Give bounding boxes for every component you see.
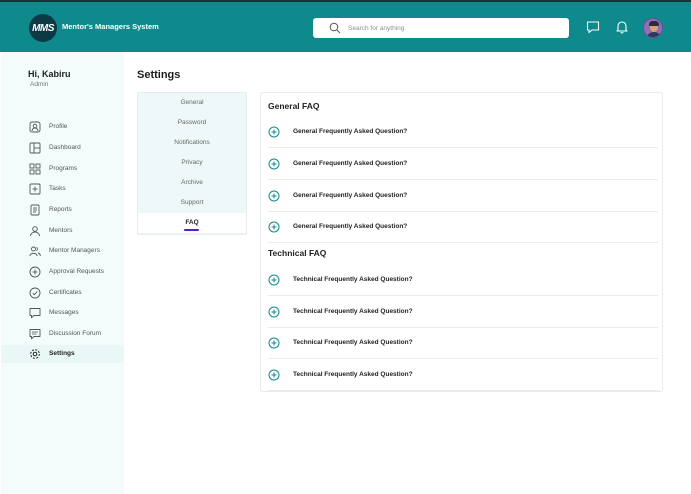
faq-question: General Frequently Asked Question? <box>293 192 408 199</box>
forum-icon <box>29 329 41 340</box>
mentors-icon <box>30 226 40 237</box>
chat-icon[interactable] <box>585 19 601 35</box>
user-role: Admin <box>30 81 49 88</box>
sidebar-item-tasks[interactable]: Tasks <box>1 180 124 198</box>
search-icon <box>329 22 341 34</box>
sidebar-item-label: Messages <box>49 309 79 316</box>
settings-tabs: General Password Notifications Privacy A… <box>137 92 247 235</box>
expand-plus-icon[interactable] <box>268 190 280 202</box>
bell-icon[interactable] <box>614 19 630 35</box>
sidebar-item-label: Mentors <box>49 227 73 234</box>
sidebar-item-label: Dashboard <box>49 144 81 151</box>
faq-question: Technical Frequently Asked Question? <box>293 371 413 378</box>
faq-item[interactable]: General Frequently Asked Question? <box>268 180 658 212</box>
sidebar-item-label: Tasks <box>49 185 66 192</box>
faq-question: General Frequently Asked Question? <box>293 160 408 167</box>
expand-plus-icon[interactable] <box>268 337 280 349</box>
sidebar-item-label: Mentor Managers <box>49 247 100 254</box>
sidebar-item-label: Reports <box>49 206 72 213</box>
expand-plus-icon[interactable] <box>268 221 280 233</box>
faq-item[interactable]: General Frequently Asked Question? <box>268 211 658 243</box>
faq-item[interactable]: Technical Frequently Asked Question? <box>268 359 658 391</box>
faq-question: General Frequently Asked Question? <box>293 128 408 135</box>
expand-plus-icon[interactable] <box>268 306 280 318</box>
tasks-icon <box>29 183 41 195</box>
sidebar-item-mentor-managers[interactable]: Mentor Managers <box>1 242 124 260</box>
sidebar-item-certificates[interactable]: Certificates <box>1 284 124 302</box>
sidebar-item-label: Profile <box>49 123 68 130</box>
sidebar-item-profile[interactable]: Profile <box>1 118 124 136</box>
sidebar-item-label: Programs <box>49 165 78 172</box>
mentor-managers-icon <box>29 246 41 257</box>
programs-icon <box>29 163 41 175</box>
sidebar-item-approval-requests[interactable]: Approval Requests <box>1 263 124 281</box>
sidebar-item-label: Certificates <box>49 289 82 296</box>
page-title: Settings <box>137 69 181 81</box>
avatar[interactable] <box>643 18 663 38</box>
certificates-icon <box>29 287 41 299</box>
tab-notifications[interactable]: Notifications <box>138 133 246 153</box>
faq-item[interactable]: General Frequently Asked Question? <box>268 148 658 180</box>
faq-item[interactable]: Technical Frequently Asked Question? <box>268 264 658 296</box>
expand-plus-icon[interactable] <box>268 126 280 138</box>
tab-archive[interactable]: Archive <box>138 173 246 193</box>
faq-item[interactable]: General Frequently Asked Question? <box>268 116 658 148</box>
logo-text: MMS <box>32 22 54 34</box>
expand-plus-icon[interactable] <box>268 274 280 286</box>
sidebar-item-label: Settings <box>49 350 75 357</box>
sidebar-item-discussion-forum[interactable]: Discussion Forum <box>1 325 124 343</box>
sidebar-item-dashboard[interactable]: Dashboard <box>1 139 124 157</box>
reports-icon <box>30 204 40 216</box>
sidebar-item-label: Discussion Forum <box>49 330 102 337</box>
sidebar-item-reports[interactable]: Reports <box>1 201 124 219</box>
technical-faq-title: Technical FAQ <box>268 248 327 258</box>
expand-plus-icon[interactable] <box>268 369 280 381</box>
sidebar-item-mentors[interactable]: Mentors <box>1 222 124 240</box>
sidebar-item-label: Approval Requests <box>49 268 104 275</box>
top-header: MMS Mentor's Managers System <box>0 0 691 52</box>
search-input[interactable] <box>348 18 563 38</box>
faq-question: Technical Frequently Asked Question? <box>293 339 413 346</box>
faq-question: Technical Frequently Asked Question? <box>293 308 413 315</box>
tab-general[interactable]: General <box>138 93 246 113</box>
dashboard-icon <box>29 142 41 154</box>
sidebar-item-programs[interactable]: Programs <box>1 160 124 178</box>
tab-support[interactable]: Support <box>138 193 246 213</box>
brand-name: Mentor's Managers System <box>62 22 159 31</box>
tab-privacy[interactable]: Privacy <box>138 153 246 173</box>
faq-item[interactable]: Technical Frequently Asked Question? <box>268 296 658 328</box>
sidebar-item-messages[interactable]: Messages <box>1 304 124 322</box>
profile-icon <box>29 121 41 133</box>
faq-panel: General FAQ General Frequently Asked Que… <box>260 92 663 392</box>
sidebar-item-settings[interactable]: Settings <box>1 345 124 363</box>
messages-icon <box>29 308 41 319</box>
active-tab-indicator <box>184 229 199 231</box>
faq-item[interactable]: Technical Frequently Asked Question? <box>268 327 658 359</box>
logo[interactable]: MMS <box>29 14 57 42</box>
faq-question: Technical Frequently Asked Question? <box>293 276 413 283</box>
search-bar[interactable] <box>313 18 569 38</box>
user-greeting: Hi, Kabiru <box>28 69 71 79</box>
general-faq-title: General FAQ <box>268 101 320 111</box>
tab-password[interactable]: Password <box>138 113 246 133</box>
expand-plus-icon[interactable] <box>268 158 280 170</box>
approval-icon <box>29 266 41 278</box>
faq-question: General Frequently Asked Question? <box>293 223 408 230</box>
settings-icon <box>30 349 40 359</box>
